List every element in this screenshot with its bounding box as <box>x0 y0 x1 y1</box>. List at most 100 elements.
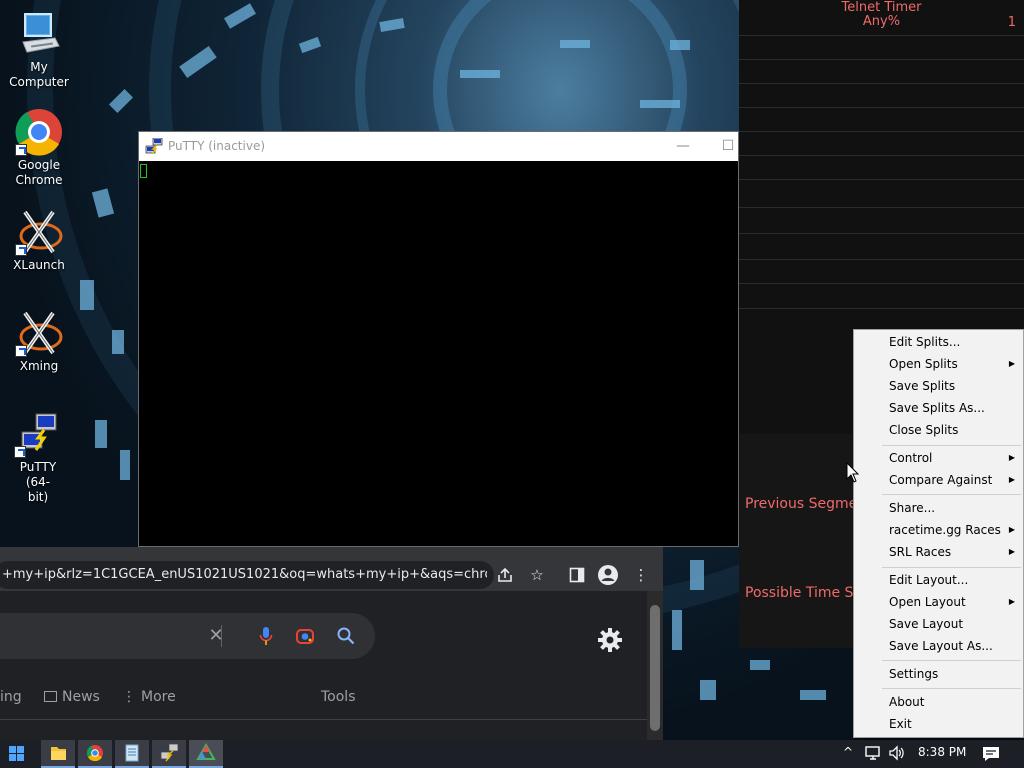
taskbar-file-explorer[interactable] <box>41 740 75 768</box>
taskbar-chrome[interactable] <box>78 740 112 768</box>
start-icon <box>9 746 24 761</box>
search-tab-partial[interactable]: ing <box>0 689 22 705</box>
timer-game-title: Telnet Timer <box>841 0 922 15</box>
menu-item-open-layout[interactable]: Open Layout ▶ <box>854 591 1023 613</box>
chrome-window[interactable]: +my+ip&rlz=1C1GCEA_enUS1021US1021&oq=wha… <box>0 547 663 740</box>
menu-item-label: Settings <box>889 667 939 681</box>
bookmark-star-icon[interactable]: ☆ <box>525 563 549 587</box>
shortcut-arrow-icon <box>15 144 27 156</box>
menu-item-label: Control <box>889 451 933 465</box>
chrome-page-content: ✕ ing News ⋮ More Tools <box>0 591 647 740</box>
menu-item-label: Edit Splits... <box>889 335 961 349</box>
mouse-pointer-icon <box>846 462 860 483</box>
taskbar-livesplit[interactable] <box>189 740 223 768</box>
menu-item-exit[interactable]: Exit <box>854 713 1023 735</box>
menu-item-control[interactable]: Control ▶ <box>854 447 1023 469</box>
submenu-arrow-icon: ▶ <box>1008 525 1015 534</box>
side-panel-icon[interactable] <box>565 563 589 587</box>
taskbar-notepad[interactable] <box>115 740 149 768</box>
menu-item-save-splits-as[interactable]: Save Splits As... <box>854 397 1023 419</box>
livesplit-context-menu: Edit Splits... Open Splits ▶ Save Splits … <box>853 329 1024 738</box>
putty-window[interactable]: PuTTY (inactive) — ☐ <box>138 131 739 547</box>
menu-item-open-splits[interactable]: Open Splits ▶ <box>854 353 1023 375</box>
notifications-icon[interactable] <box>981 745 1001 767</box>
show-hidden-icons-chevron-icon[interactable]: ^ <box>843 745 853 759</box>
menu-item-label: Compare Against <box>889 473 993 487</box>
menu-item-save-layout-as[interactable]: Save Layout As... <box>854 635 1023 657</box>
desktop-icon-label: XLaunch <box>13 258 65 272</box>
voice-search-icon[interactable] <box>254 624 278 648</box>
address-bar[interactable]: +my+ip&rlz=1C1GCEA_enUS1021US1021&oq=wha… <box>0 561 494 589</box>
split-row-divider <box>739 283 1024 284</box>
news-icon <box>44 691 57 702</box>
split-row-divider <box>739 155 1024 156</box>
putty-icon <box>160 743 179 762</box>
search-box-divider <box>221 625 222 647</box>
putty-window-title: PuTTY (inactive) <box>168 139 266 153</box>
desktop-icon-label: My Computer <box>9 60 69 89</box>
menu-item-share[interactable]: Share... <box>854 497 1023 519</box>
timer-attempt-count: 1 <box>1007 15 1016 30</box>
volume-icon[interactable] <box>888 745 906 765</box>
desktop-icon-google-chrome[interactable]: Google Chrome <box>0 108 78 188</box>
menu-item-label: Save Splits <box>889 379 956 393</box>
desktop-icon-my-computer[interactable]: My Computer <box>0 10 78 90</box>
menu-item-srl-races[interactable]: SRL Races ▶ <box>854 541 1023 563</box>
menu-item-label: SRL Races <box>889 545 952 559</box>
desktop-icon-label: Xming <box>19 359 59 373</box>
menu-item-settings[interactable]: Settings <box>854 663 1023 685</box>
taskbar: ^ 8:38 PM <box>0 740 1024 768</box>
putty-titlebar[interactable]: PuTTY (inactive) — ☐ <box>139 132 738 161</box>
menu-item-close-splits[interactable]: Close Splits <box>854 419 1023 441</box>
submenu-arrow-icon: ▶ <box>1008 547 1015 556</box>
share-icon[interactable] <box>493 563 517 587</box>
chrome-toolbar: +my+ip&rlz=1C1GCEA_enUS1021US1021&oq=wha… <box>0 551 663 591</box>
lens-search-icon[interactable] <box>293 624 317 648</box>
search-tools-button[interactable]: Tools <box>321 689 356 705</box>
menu-item-compare-against[interactable]: Compare Against ▶ <box>854 469 1023 491</box>
search-box[interactable]: ✕ <box>0 613 375 659</box>
menu-separator <box>882 445 1021 446</box>
taskbar-putty[interactable] <box>152 740 186 768</box>
split-row-divider <box>739 207 1024 208</box>
settings-gear-icon[interactable] <box>597 627 623 653</box>
search-tab-more[interactable]: ⋮ More <box>122 689 176 705</box>
taskbar-clock[interactable]: 8:38 PM <box>918 745 966 759</box>
split-row-divider <box>739 308 1024 309</box>
network-icon[interactable] <box>864 745 882 765</box>
desktop-icon-putty[interactable]: PuTTY (64-bit) <box>0 410 76 505</box>
desktop-icon-xming[interactable]: Xming <box>0 309 78 374</box>
split-row-divider <box>739 83 1024 84</box>
minimize-button[interactable]: — <box>660 132 706 161</box>
split-row-divider <box>739 35 1024 36</box>
profile-avatar-icon[interactable] <box>596 563 620 587</box>
menu-item-save-layout[interactable]: Save Layout <box>854 613 1023 635</box>
menu-separator <box>882 494 1021 495</box>
xlaunch-icon <box>15 208 63 256</box>
menu-item-label: Open Splits <box>889 357 958 371</box>
search-tab-news[interactable]: News <box>44 689 100 705</box>
chrome-scrollbar-thumb[interactable] <box>650 605 660 731</box>
livesplit-icon <box>196 742 216 760</box>
shortcut-arrow-icon <box>14 446 26 458</box>
maximize-button[interactable]: ☐ <box>705 132 751 161</box>
clear-search-icon[interactable]: ✕ <box>204 624 228 648</box>
split-row-divider <box>739 107 1024 108</box>
submenu-arrow-icon: ▶ <box>1008 475 1015 484</box>
notepad-icon <box>125 744 139 762</box>
menu-item-racetime-races[interactable]: racetime.gg Races ▶ <box>854 519 1023 541</box>
menu-item-edit-splits[interactable]: Edit Splits... <box>854 331 1023 353</box>
desktop-icon-label: PuTTY (64-bit) <box>19 460 57 504</box>
desktop-icon-xlaunch[interactable]: XLaunch <box>0 208 78 273</box>
menu-item-edit-layout[interactable]: Edit Layout... <box>854 569 1023 591</box>
more-vert-icon: ⋮ <box>122 689 136 705</box>
menu-item-label: Edit Layout... <box>889 573 969 587</box>
menu-item-save-splits[interactable]: Save Splits <box>854 375 1023 397</box>
split-row-divider <box>739 131 1024 132</box>
computer-icon <box>15 10 63 58</box>
start-button[interactable] <box>0 740 34 768</box>
menu-item-about[interactable]: About <box>854 691 1023 713</box>
search-icon[interactable] <box>334 624 358 648</box>
submenu-arrow-icon: ▶ <box>1008 597 1015 606</box>
chrome-menu-icon[interactable]: ⋮ <box>629 563 653 587</box>
